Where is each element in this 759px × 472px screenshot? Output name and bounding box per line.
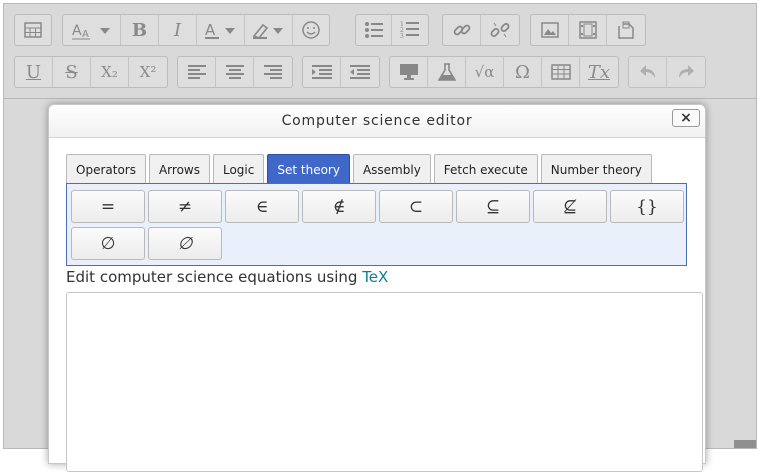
toolbar-group-files (530, 14, 646, 46)
toolbar-group-collapse (14, 14, 52, 46)
symbol-equals-button[interactable]: = (71, 190, 145, 223)
equation-textarea[interactable] (66, 292, 703, 472)
symbol-not-equal-button[interactable]: ≠ (148, 190, 222, 223)
symbol-tabs: Operators Arrows Logic Set theory Assemb… (66, 154, 652, 184)
tab-arrows[interactable]: Arrows (148, 154, 210, 184)
outdent-icon[interactable] (341, 57, 379, 87)
toolbar-group-insert: √α Ω Tx (389, 56, 619, 88)
equation-icon[interactable]: √α (466, 57, 504, 87)
underline-icon[interactable]: U (15, 57, 53, 87)
symbol-empty-set-alt-button[interactable]: ∅ (148, 227, 222, 260)
text-color-icon[interactable]: A (197, 15, 245, 45)
symbol-element-of-button[interactable]: ∈ (225, 190, 299, 223)
toolbar-group-font-style: U S X₂ X² (14, 56, 168, 88)
font-size-icon[interactable]: AA (63, 15, 121, 45)
close-icon: × (680, 110, 692, 126)
symbol-panel: = ≠ ∈ ∉ ⊂ ⊆ ⊈ {} ∅ ∅ (66, 183, 687, 266)
toolbar-group-links (442, 14, 520, 46)
link-icon[interactable] (443, 15, 481, 45)
dialog-title: Computer science editor (281, 113, 473, 129)
toolbar-group-list: 123 (355, 14, 429, 46)
image-icon[interactable] (531, 15, 569, 45)
editor-toolbar: AA B I A 123 U S X₂ X² √α Ω Tx (4, 4, 756, 99)
svg-text:3: 3 (400, 33, 404, 40)
subscript-icon[interactable]: X₂ (91, 57, 129, 87)
toolbar-group-align (177, 56, 293, 88)
tab-number-theory[interactable]: Number theory (540, 154, 652, 184)
table-icon[interactable] (15, 15, 51, 45)
symbol-subset-equal-button[interactable]: ⊆ (456, 190, 530, 223)
edit-instructions-text: Edit computer science equations using (66, 268, 363, 286)
dialog-header: Computer science editor × (49, 105, 705, 138)
toolbar-group-indent (302, 56, 380, 88)
tab-logic[interactable]: Logic (212, 154, 265, 184)
redo-icon[interactable] (667, 57, 705, 87)
unlink-icon[interactable] (481, 15, 519, 45)
symbol-not-subset-equal-button[interactable]: ⊈ (533, 190, 607, 223)
tab-set-theory[interactable]: Set theory (267, 154, 350, 184)
svg-text:A: A (205, 21, 216, 39)
close-button[interactable]: × (672, 109, 700, 127)
strikethrough-icon[interactable]: S (53, 57, 91, 87)
cs-editor-dialog: Computer science editor × Operators Arro… (48, 104, 706, 472)
symbol-empty-set-button[interactable]: ∅ (71, 227, 145, 260)
toolbar-group-undo (628, 56, 706, 88)
tex-link[interactable]: TeX (362, 268, 388, 286)
media-icon[interactable] (569, 15, 607, 45)
align-right-icon[interactable] (254, 57, 292, 87)
indent-icon[interactable] (303, 57, 341, 87)
align-center-icon[interactable] (216, 57, 254, 87)
resize-handle[interactable] (734, 440, 756, 448)
clear-formatting-icon[interactable]: Tx (580, 57, 618, 87)
table-grid-icon[interactable] (542, 57, 580, 87)
special-char-icon[interactable]: Ω (504, 57, 542, 87)
symbol-set-braces-button[interactable]: {} (610, 190, 684, 223)
italic-icon[interactable]: I (159, 15, 197, 45)
numbered-list-icon[interactable]: 123 (392, 15, 428, 45)
bullet-list-icon[interactable] (356, 15, 392, 45)
tab-operators[interactable]: Operators (66, 154, 146, 184)
toolbar-group-style: AA B I A (62, 14, 330, 46)
manage-files-icon[interactable] (607, 15, 645, 45)
emoticon-icon[interactable] (293, 15, 329, 45)
screenreader-icon[interactable] (390, 57, 428, 87)
svg-text:A: A (72, 23, 82, 39)
align-left-icon[interactable] (178, 57, 216, 87)
edit-instructions: Edit computer science equations using Te… (66, 268, 388, 286)
chemistry-icon[interactable] (428, 57, 466, 87)
tab-fetch-execute[interactable]: Fetch execute (433, 154, 538, 184)
superscript-icon[interactable]: X² (129, 57, 167, 87)
symbol-subset-button[interactable]: ⊂ (379, 190, 453, 223)
highlight-icon[interactable] (245, 15, 293, 45)
svg-text:A: A (82, 29, 89, 40)
symbol-not-element-of-button[interactable]: ∉ (302, 190, 376, 223)
tab-assembly[interactable]: Assembly (352, 154, 431, 184)
undo-icon[interactable] (629, 57, 667, 87)
bold-icon[interactable]: B (121, 15, 159, 45)
